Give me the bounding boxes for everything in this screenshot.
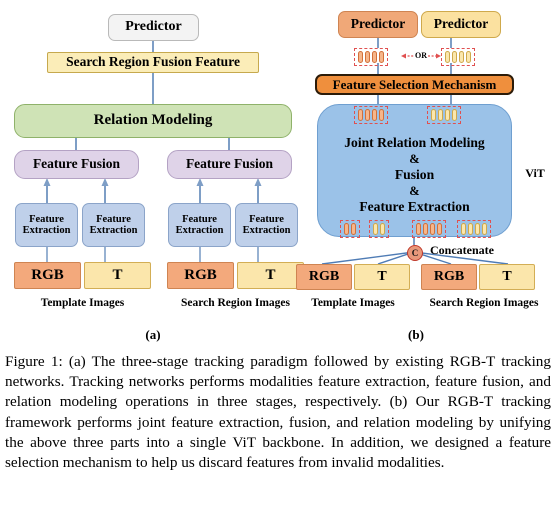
modality-box-b-rgb-search[interactable]: RGB (421, 264, 477, 290)
concatenate-node[interactable]: C (407, 245, 423, 261)
group-label-a-template: Template Images (40, 297, 125, 309)
token-group-vit-top-thermal (427, 106, 461, 124)
group-label-a-search: Search Region Images (180, 297, 291, 309)
vit-line-1: Joint Relation Modeling (344, 135, 485, 150)
feature-selection-mechanism-box[interactable]: Feature Selection Mechanism (315, 74, 514, 95)
token-rgb (344, 223, 349, 235)
relation-modeling-box[interactable]: Relation Modeling (14, 104, 292, 138)
feature-extraction-box-2[interactable]: Feature Extraction (82, 203, 145, 247)
token-thermal (475, 223, 480, 235)
token-thermal (431, 109, 436, 121)
modality-box-b-t-template[interactable]: T (354, 264, 410, 290)
modality-box-a-rgb-template[interactable]: RGB (14, 262, 81, 289)
panel-label-a: (a) (145, 327, 161, 342)
feature-fusion-box-template[interactable]: Feature Fusion (14, 150, 139, 179)
token-rgb (416, 223, 421, 235)
group-label-b-search: Search Region Images (429, 297, 539, 309)
token-thermal (468, 223, 473, 235)
vit-line-2: & (409, 152, 420, 166)
vit-backbone-box[interactable]: Joint Relation Modeling & Fusion & Featu… (317, 104, 512, 237)
token-rgb (379, 109, 384, 121)
token-rgb (351, 223, 356, 235)
predictor-box-a[interactable]: Predictor (108, 14, 199, 41)
token-group-selected-thermal (441, 48, 475, 66)
token-thermal (373, 223, 378, 235)
token-thermal (459, 51, 464, 63)
token-rgb (372, 109, 377, 121)
modality-box-b-rgb-template[interactable]: RGB (296, 264, 352, 290)
token-thermal (461, 223, 466, 235)
token-rgb (365, 51, 370, 63)
vit-line-4: & (409, 184, 420, 198)
figure-caption: Figure 1: (a) The three-stage tracking p… (5, 353, 551, 472)
token-rgb (437, 223, 442, 235)
feature-extraction-box-1[interactable]: Feature Extraction (15, 203, 78, 247)
token-thermal (482, 223, 487, 235)
search-region-fusion-feature-box[interactable]: Search Region Fusion Feature (47, 52, 259, 73)
token-rgb (372, 51, 377, 63)
feature-extraction-box-3[interactable]: Feature Extraction (168, 203, 231, 247)
token-thermal (452, 51, 457, 63)
feature-fusion-box-search[interactable]: Feature Fusion (167, 150, 292, 179)
token-group-vit-bottom-template-rgb (340, 220, 360, 238)
token-group-vit-top-rgb (354, 106, 388, 124)
token-thermal (438, 109, 443, 121)
token-group-vit-bottom-search-rgb (412, 220, 446, 238)
predictor-box-b-right[interactable]: Predictor (421, 11, 501, 38)
modality-box-b-t-search[interactable]: T (479, 264, 535, 290)
figure-diagram: Predictor Search Region Fusion Feature R… (0, 0, 556, 352)
token-group-vit-bottom-search-thermal (457, 220, 491, 238)
token-thermal (466, 51, 471, 63)
token-thermal (445, 51, 450, 63)
group-label-b-template: Template Images (311, 297, 395, 309)
token-rgb (365, 109, 370, 121)
modality-box-a-t-template[interactable]: T (84, 262, 151, 289)
feature-extraction-box-4[interactable]: Feature Extraction (235, 203, 298, 247)
panel-label-b: (b) (408, 327, 424, 342)
token-thermal (380, 223, 385, 235)
token-rgb (358, 109, 363, 121)
predictor-box-b-left[interactable]: Predictor (338, 11, 418, 38)
token-group-vit-bottom-template-thermal (369, 220, 389, 238)
vit-label: ViT (525, 166, 545, 180)
token-thermal (452, 109, 457, 121)
token-thermal (445, 109, 450, 121)
or-label: OR (415, 51, 427, 60)
vit-line-3: Fusion (394, 167, 435, 182)
token-rgb (379, 51, 384, 63)
token-rgb (358, 51, 363, 63)
token-rgb (423, 223, 428, 235)
modality-box-a-t-search[interactable]: T (237, 262, 304, 289)
modality-box-a-rgb-search[interactable]: RGB (167, 262, 234, 289)
concatenate-label: Concatenate (430, 243, 494, 257)
vit-line-5: Feature Extraction (359, 199, 470, 214)
token-group-selected-rgb (354, 48, 388, 66)
token-rgb (430, 223, 435, 235)
